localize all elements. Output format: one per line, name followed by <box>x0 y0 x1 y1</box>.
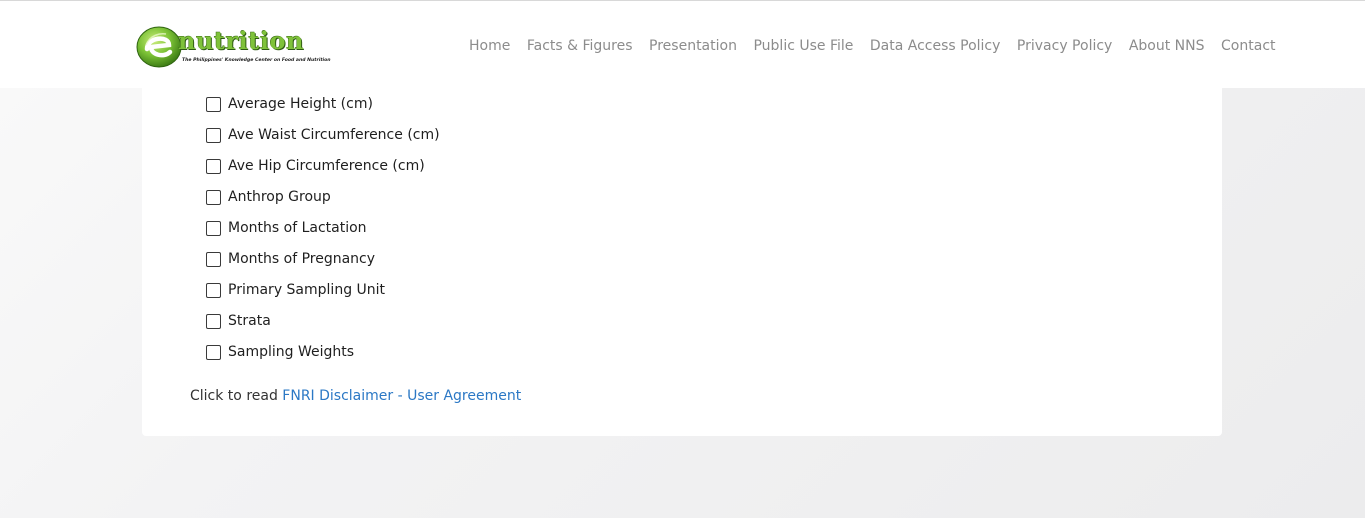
option-label: Months of Lactation <box>228 220 367 236</box>
option-primary-sampling-unit[interactable]: Primary Sampling Unit <box>206 281 385 299</box>
site-header: nutrition The Philippines' Knowledge Cen… <box>0 0 1365 88</box>
option-months-of-lactation[interactable]: Months of Lactation <box>206 219 367 237</box>
logo-e-emblem-icon <box>136 26 182 68</box>
option-label: Sampling Weights <box>228 344 355 360</box>
option-average-height[interactable]: Average Height (cm) <box>206 95 373 113</box>
logo-wordmark: nutrition <box>178 26 304 55</box>
checkbox[interactable] <box>206 96 221 112</box>
option-label: Strata <box>228 313 271 329</box>
checkbox[interactable] <box>206 220 221 236</box>
disclaimer-prefix: Click to read <box>190 388 278 404</box>
nav-home[interactable]: Home <box>469 38 510 54</box>
checkbox[interactable] <box>206 313 221 329</box>
option-ave-hip-circumference[interactable]: Ave Hip Circumference (cm) <box>206 157 425 175</box>
nav-presentation[interactable]: Presentation <box>649 38 737 54</box>
checkbox[interactable] <box>206 251 221 267</box>
nav-facts-figures[interactable]: Facts & Figures <box>527 38 633 54</box>
checkbox[interactable] <box>206 158 221 174</box>
option-anthrop-group[interactable]: Anthrop Group <box>206 188 331 206</box>
nav-privacy-policy[interactable]: Privacy Policy <box>1017 38 1112 54</box>
option-label: Ave Waist Circumference (cm) <box>228 127 440 143</box>
nav-public-use-file[interactable]: Public Use File <box>753 38 853 54</box>
checkbox[interactable] <box>206 127 221 143</box>
main-nav: Home Facts & Figures Presentation Public… <box>469 38 1292 54</box>
option-ave-waist-circumference[interactable]: Ave Waist Circumference (cm) <box>206 126 440 144</box>
checkbox[interactable] <box>206 344 221 360</box>
disclaimer-link[interactable]: FNRI Disclaimer - User Agreement <box>282 388 521 404</box>
option-strata[interactable]: Strata <box>206 312 271 330</box>
nav-data-access-policy[interactable]: Data Access Policy <box>870 38 1001 54</box>
nav-contact[interactable]: Contact <box>1221 38 1275 54</box>
nav-about-nns[interactable]: About NNS <box>1129 38 1205 54</box>
checkbox[interactable] <box>206 282 221 298</box>
logo-tagline: The Philippines' Knowledge Center on Foo… <box>182 58 331 63</box>
option-label: Anthrop Group <box>228 189 331 205</box>
option-label: Ave Hip Circumference (cm) <box>228 158 425 174</box>
option-months-of-pregnancy[interactable]: Months of Pregnancy <box>206 250 375 268</box>
enutrition-logo[interactable]: nutrition The Philippines' Knowledge Cen… <box>136 25 331 69</box>
option-label: Primary Sampling Unit <box>228 282 386 298</box>
checkbox[interactable] <box>206 189 221 205</box>
option-label: Average Height (cm) <box>228 96 373 112</box>
option-sampling-weights[interactable]: Sampling Weights <box>206 343 354 361</box>
option-label: Months of Pregnancy <box>228 251 376 267</box>
disclaimer-line: Click to read FNRI Disclaimer - User Agr… <box>190 387 521 405</box>
